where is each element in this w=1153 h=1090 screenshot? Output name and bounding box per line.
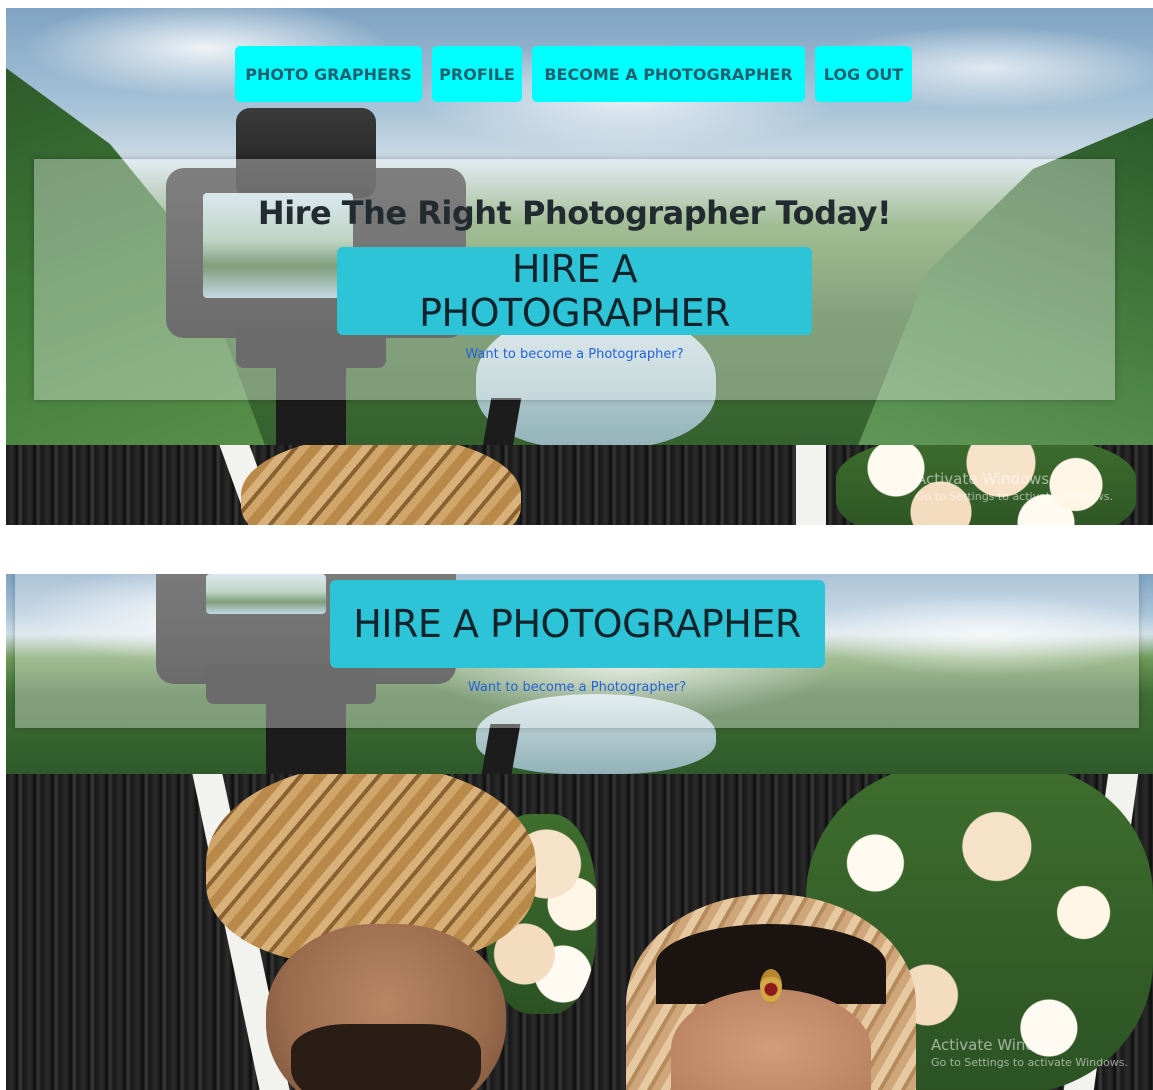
main-nav: PHOTO GRAPHERS PROFILE BECOME A PHOTOGRA… [235, 46, 912, 102]
become-photographer-link[interactable]: Want to become a Photographer? [465, 347, 683, 362]
groom-turban [241, 445, 521, 525]
watermark-subtitle: Go to Settings to activate Windows. [916, 489, 1114, 503]
nav-become-photographer-button[interactable]: BECOME A PHOTOGRAPHER [532, 46, 805, 102]
bottom-viewport: HIRE A PHOTOGRAPHER Want to become a Pho… [6, 574, 1153, 1090]
activate-windows-watermark: Activate Windows Go to Settings to activ… [931, 1036, 1128, 1070]
watermark-title: Activate Windows [931, 1036, 1065, 1054]
hero-card: Hire The Right Photographer Today! HIRE … [34, 159, 1115, 400]
nav-profile-button[interactable]: PROFILE [432, 46, 522, 102]
watermark-subtitle: Go to Settings to activate Windows. [931, 1055, 1129, 1069]
nav-logout-button[interactable]: LOG OUT [815, 46, 912, 102]
hire-photographer-button[interactable]: HIRE A PHOTOGRAPHER [337, 247, 812, 335]
hero-card: HIRE A PHOTOGRAPHER Want to become a Pho… [15, 574, 1139, 728]
top-viewport: PHOTO GRAPHERS PROFILE BECOME A PHOTOGRA… [6, 8, 1153, 525]
bride-maang-tikka [760, 969, 782, 1003]
hero-title: Hire The Right Photographer Today! [257, 194, 892, 232]
groom-beard [291, 1024, 481, 1090]
activate-windows-watermark: Activate Windows Go to Settings to activ… [916, 470, 1113, 504]
hire-photographer-button[interactable]: HIRE A PHOTOGRAPHER [329, 580, 825, 668]
become-photographer-link[interactable]: Want to become a Photographer? [468, 680, 686, 695]
arch-right [796, 445, 826, 525]
watermark-title: Activate Windows [916, 470, 1050, 488]
nav-photographers-button[interactable]: PHOTO GRAPHERS [235, 46, 422, 102]
